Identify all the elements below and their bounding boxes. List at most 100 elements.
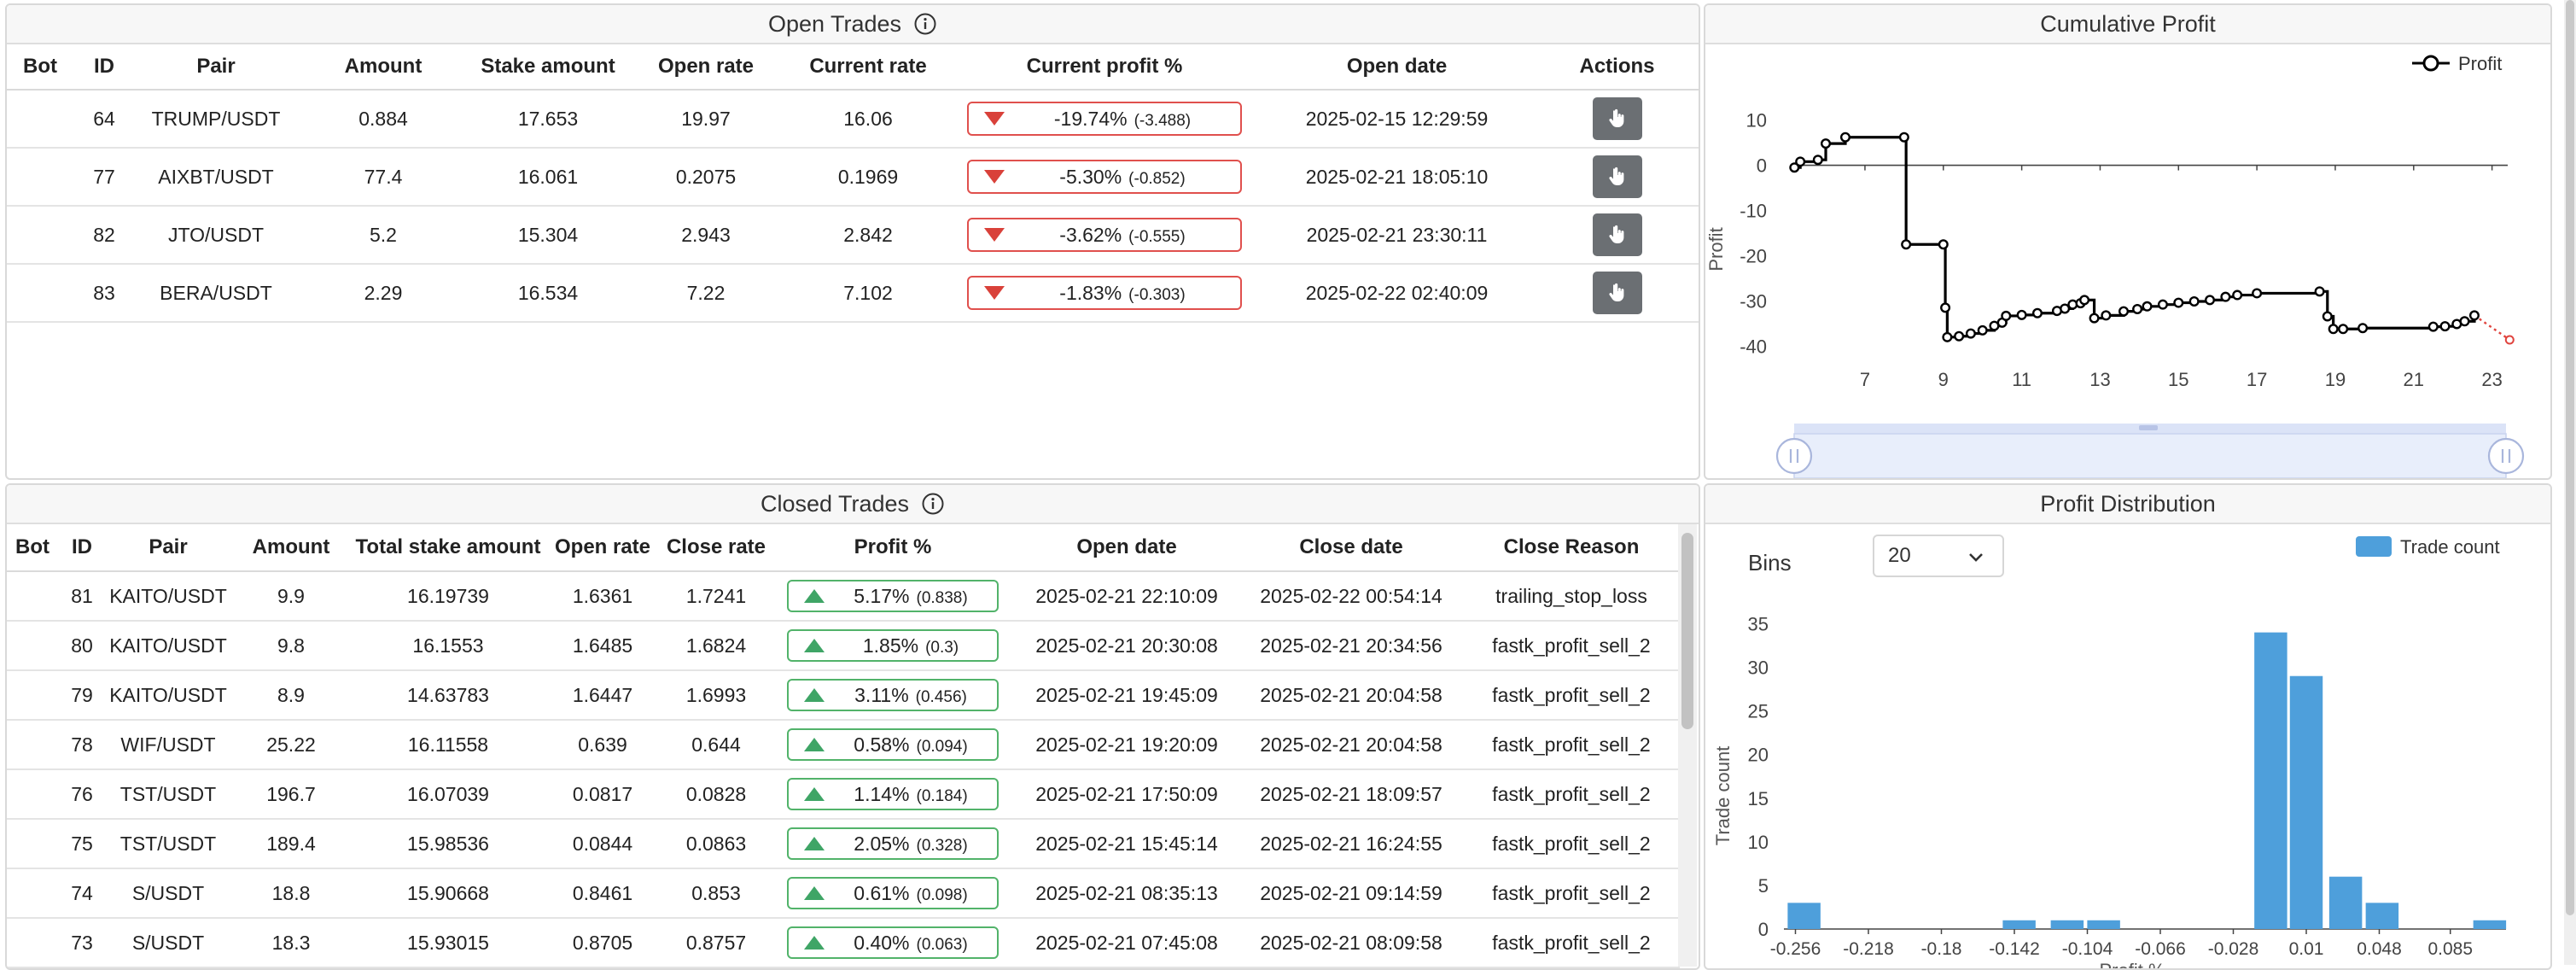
column-header: Open date	[1258, 44, 1536, 91]
y-tick-label: -40	[1740, 336, 1767, 357]
actions-button[interactable]	[1592, 97, 1642, 140]
actions-cell	[1536, 206, 1699, 265]
profit-value: 0.40% (0.063)	[854, 932, 967, 955]
amount-cell: 189.4	[230, 819, 352, 869]
table-row[interactable]: 79 KAITO/USDT 8.9 14.63783 1.6447 1.6993 3.11%…	[7, 670, 1680, 721]
histogram-bar	[2365, 903, 2399, 929]
info-icon[interactable]	[921, 492, 945, 516]
close-reason-cell: fastk_profit_sell_2	[1463, 819, 1680, 869]
zoom-drag-handle[interactable]	[2139, 425, 2158, 430]
profit-cell: 0.58% (0.094)	[772, 720, 1014, 770]
id-cell: 81	[58, 571, 106, 622]
profit-cell: 1.14% (0.184)	[772, 769, 1014, 820]
data-point	[2001, 310, 2012, 321]
data-point	[2016, 309, 2027, 320]
y-tick-label: 15	[1748, 788, 1769, 809]
open-rate-cell: 0.639	[545, 720, 661, 770]
open-trades-header-row: Bot ID Pair Amount Stake amount Open rate Curr…	[7, 44, 1699, 91]
profit-value: -3.62% (-0.555)	[1059, 224, 1185, 247]
profit-value: 3.11% (0.456)	[854, 684, 967, 707]
open-date-cell: 2025-02-21 15:45:14	[1014, 819, 1239, 869]
data-point	[2322, 311, 2333, 322]
table-row[interactable]: 64 TRUMP/USDT 0.884 17.653 19.97 16.06 -19.74%…	[7, 90, 1699, 149]
profit-abs: (0.838)	[916, 588, 968, 607]
actions-button[interactable]	[1592, 213, 1642, 256]
open-date-cell: 2025-02-22 02:40:09	[1258, 264, 1536, 323]
x-tick-label: 23	[2481, 369, 2502, 390]
closed-trades-scrollbar-thumb[interactable]	[1681, 533, 1693, 729]
profit-badge: 5.17% (0.838)	[787, 580, 999, 612]
x-tick-label: -0.218	[1843, 939, 1894, 959]
open-rate-cell: 1.6447	[545, 670, 661, 721]
cumulative-profit-header: Cumulative Profit	[1705, 5, 2550, 44]
y-tick-label: 0	[1757, 155, 1767, 177]
table-row[interactable]: 81 KAITO/USDT 9.9 16.19739 1.6361 1.7241 5.17%…	[7, 571, 1680, 622]
profit-badge: -1.83% (-0.303)	[967, 276, 1242, 310]
data-point	[2468, 310, 2480, 321]
close-date-cell: 2025-02-21 20:34:56	[1239, 621, 1463, 671]
stake-cell: 17.653	[469, 90, 627, 149]
data-point	[2439, 321, 2451, 332]
y-tick-label: 10	[1746, 110, 1767, 131]
data-point	[2314, 286, 2325, 297]
table-row[interactable]: 77 AIXBT/USDT 77.4 16.061 0.2075 0.1969 -5.30%…	[7, 148, 1699, 207]
x-tick-label: 0.01	[2289, 939, 2324, 959]
profit-cell: 1.85% (0.3)	[772, 621, 1014, 671]
current-rate-cell: 2.842	[785, 206, 951, 265]
actions-cell	[1536, 148, 1699, 207]
open-rate-cell: 1.6485	[545, 621, 661, 671]
bot-cell	[7, 621, 58, 671]
data-point	[1795, 156, 1806, 167]
close-rate-cell: 1.6993	[661, 670, 772, 721]
down-triangle-icon	[984, 112, 1005, 126]
stake-cell: 14.63783	[352, 670, 545, 721]
close-reason-cell: fastk_profit_sell_2	[1463, 918, 1680, 968]
histogram-bar	[2328, 876, 2363, 929]
x-tick-label: 13	[2089, 369, 2110, 390]
pair-cell: TRUMP/USDT	[135, 90, 297, 149]
close-date-cell: 2025-02-21 20:04:58	[1239, 670, 1463, 721]
close-date-cell: 2025-02-21 08:09:58	[1239, 918, 1463, 968]
table-row[interactable]: 75 TST/USDT 189.4 15.98536 0.0844 0.0863 2.05%…	[7, 819, 1680, 869]
profit-badge: -5.30% (-0.852)	[967, 160, 1242, 194]
close-reason-cell: fastk_profit_sell_2	[1463, 720, 1680, 770]
histogram-bar	[2289, 675, 2323, 929]
table-row[interactable]: 76 TST/USDT 196.7 16.07039 0.0817 0.0828 1.14%…	[7, 769, 1680, 820]
zoom-range[interactable]	[1793, 433, 2507, 478]
data-point	[2338, 324, 2349, 335]
data-point	[2157, 299, 2168, 310]
profit-percent: -19.74%	[1053, 107, 1128, 130]
amount-cell: 25.22	[230, 720, 352, 770]
open-rate-cell: 19.97	[627, 90, 785, 149]
up-triangle-icon	[804, 738, 825, 751]
y-tick-label: 20	[1748, 745, 1769, 766]
x-axis-label: Profit %	[2099, 960, 2165, 970]
amount-cell: 18.8	[230, 868, 352, 919]
x-tick-label: 19	[2325, 369, 2346, 390]
amount-cell: 2.29	[297, 264, 469, 323]
profit-percent: 1.14%	[854, 782, 910, 805]
up-triangle-icon	[804, 639, 825, 652]
y-tick-label: -30	[1740, 290, 1767, 312]
cumulative-profit-panel: Cumulative Profit 10 0 -10 -20 -30 -40 7 9 11 13 1…	[1704, 3, 2552, 480]
open-date-cell: 2025-02-21 22:10:09	[1014, 571, 1239, 622]
table-row[interactable]: 80 KAITO/USDT 9.8 16.1553 1.6485 1.6824 1.85% (…	[7, 621, 1680, 671]
info-icon[interactable]	[913, 12, 937, 36]
y-tick-label: 10	[1748, 832, 1769, 853]
column-header: ID	[73, 44, 135, 91]
actions-button[interactable]	[1592, 155, 1642, 198]
table-row[interactable]: 73 S/USDT 18.3 15.93015 0.8705 0.8757 0.40% (0.…	[7, 918, 1680, 968]
zoom-handle-left[interactable]	[1775, 437, 1813, 475]
table-row[interactable]: 82 JTO/USDT 5.2 15.304 2.943 2.842 -3.62% (-0.5…	[7, 206, 1699, 265]
table-row[interactable]: 74 S/USDT 18.8 15.90668 0.8461 0.853 0.61% (0.0…	[7, 868, 1680, 919]
table-row[interactable]: 78 WIF/USDT 25.22 16.11558 0.639 0.644 0.58% (0…	[7, 720, 1680, 770]
histogram-bar	[2002, 920, 2036, 929]
actions-button[interactable]	[1592, 272, 1642, 314]
zoom-handle-right[interactable]	[2487, 437, 2525, 475]
page-scrollbar-thumb[interactable]	[2566, 0, 2574, 915]
up-triangle-icon	[804, 688, 825, 702]
closed-trades-header: Closed Trades	[7, 485, 1699, 524]
down-triangle-icon	[984, 228, 1005, 242]
table-row[interactable]: 83 BERA/USDT 2.29 16.534 7.22 7.102 -1.83% (-0.…	[7, 264, 1699, 323]
bot-cell	[7, 918, 58, 968]
